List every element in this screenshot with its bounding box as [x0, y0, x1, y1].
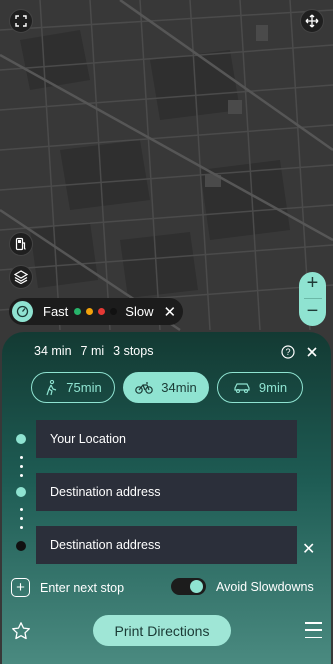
- zoom-controls: + −: [299, 272, 326, 326]
- bike-icon: [135, 381, 154, 394]
- menu-icon[interactable]: [305, 622, 322, 638]
- destination-input-1[interactable]: Destination address: [36, 473, 297, 511]
- mode-walk-time: 75min: [66, 380, 102, 395]
- mode-walk-button[interactable]: 75min: [31, 372, 115, 403]
- stop-marker-destination: [16, 541, 26, 551]
- stop-marker-origin: [16, 434, 26, 444]
- remove-stop-button[interactable]: ✕: [302, 539, 315, 559]
- close-traffic-legend-button[interactable]: ✕: [163, 303, 176, 321]
- move-icon: [305, 14, 319, 28]
- avoid-slowdowns-row: Avoid Slowdowns: [171, 578, 314, 595]
- route-duration: 34 min: [34, 344, 72, 358]
- mode-bike-time: 34min: [161, 380, 197, 395]
- mode-car-time: 9min: [258, 380, 288, 395]
- layers-icon: [14, 270, 28, 284]
- stop-marker-waypoint: [16, 487, 26, 497]
- traffic-dot-red: [98, 308, 106, 315]
- traffic-fast-label: Fast: [43, 304, 69, 319]
- fullscreen-button[interactable]: [9, 9, 33, 33]
- route-dot: [19, 526, 23, 529]
- traffic-dot-yellow: [86, 308, 94, 315]
- walk-icon: [46, 379, 57, 395]
- add-stop-icon: +: [11, 578, 30, 597]
- route-distance: 7 mi: [80, 344, 105, 358]
- route-dot: [19, 456, 23, 459]
- fullscreen-icon: [15, 15, 27, 27]
- move-button[interactable]: [300, 9, 324, 33]
- route-summary: 34 min 7 mi 3 stops: [34, 344, 153, 358]
- svg-text:?: ?: [285, 347, 290, 357]
- route-dot: [19, 508, 23, 511]
- car-icon: [234, 382, 250, 393]
- add-stop-label: Enter next stop: [40, 580, 125, 595]
- route-stop-count: 3 stops: [113, 344, 154, 358]
- fuel-button[interactable]: [9, 232, 33, 256]
- avoid-slowdowns-label: Avoid Slowdowns: [216, 579, 314, 594]
- zoom-in-button[interactable]: +: [299, 273, 326, 297]
- toggle-knob: [190, 580, 203, 593]
- star-icon[interactable]: [11, 621, 31, 641]
- close-panel-button[interactable]: [305, 345, 319, 359]
- travel-mode-tabs: 75min 34min 9min: [31, 372, 303, 403]
- mode-bike-button[interactable]: 34min: [123, 372, 209, 403]
- speedometer-icon[interactable]: [12, 301, 33, 322]
- traffic-legend: Fast Slow ✕: [9, 298, 183, 325]
- layers-button[interactable]: [9, 265, 33, 289]
- print-directions-button[interactable]: Print Directions: [93, 615, 231, 646]
- zoom-out-button[interactable]: −: [299, 301, 326, 325]
- route-dot: [19, 517, 23, 520]
- traffic-dot-black: [110, 308, 118, 315]
- add-stop-row[interactable]: + Enter next stop: [11, 578, 124, 597]
- route-dot: [19, 465, 23, 468]
- fuel-icon: [15, 237, 26, 251]
- route-dot: [19, 474, 23, 477]
- help-icon[interactable]: ?: [281, 345, 295, 359]
- traffic-slow-label: Slow: [125, 304, 154, 319]
- traffic-dot-green: [74, 308, 82, 315]
- destination-input-2[interactable]: Destination address: [36, 526, 297, 564]
- mode-car-button[interactable]: 9min: [217, 372, 303, 403]
- origin-input[interactable]: Your Location: [36, 420, 297, 458]
- avoid-slowdowns-toggle[interactable]: [171, 578, 206, 595]
